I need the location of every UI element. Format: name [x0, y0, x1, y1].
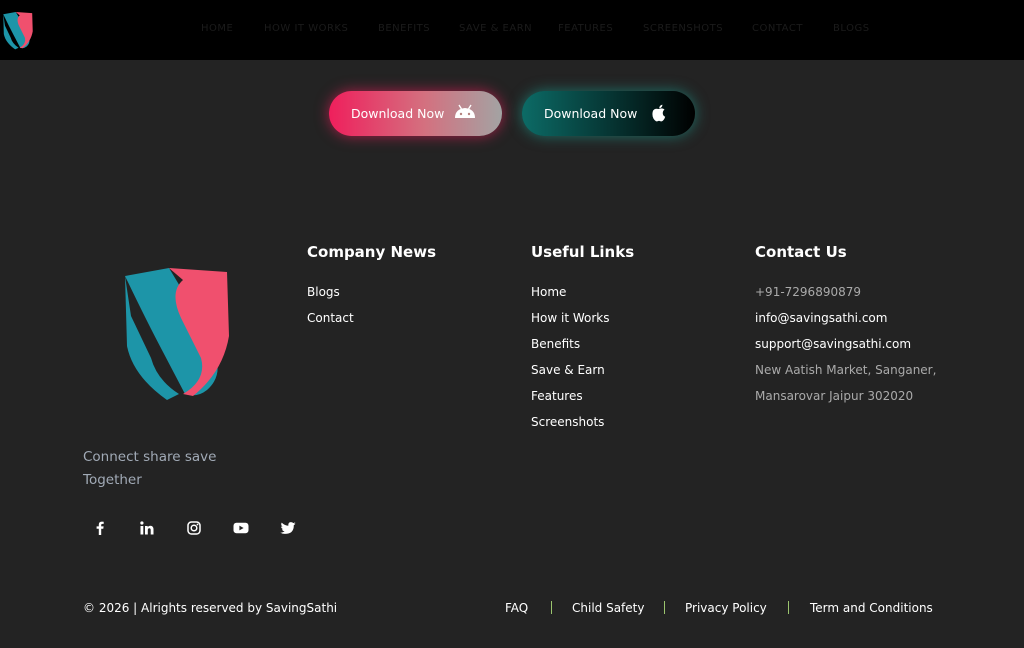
footer-separator [551, 601, 552, 614]
footer-link-faq[interactable]: FAQ [505, 601, 528, 615]
nav-item-screenshots[interactable]: SCREENSHOTS [643, 23, 723, 34]
linkedin-icon [140, 521, 154, 535]
footer-link-child-safety[interactable]: Child Safety [572, 601, 644, 615]
tagline-line-1: Connect share save [83, 449, 217, 465]
company-news-link-contact[interactable]: Contact [307, 311, 354, 325]
brand-logo-large-icon [125, 268, 229, 400]
twitter-link[interactable] [272, 512, 304, 544]
nav-item-features[interactable]: FEATURES [558, 23, 613, 34]
facebook-icon [96, 521, 104, 535]
download-ios-button[interactable]: Download Now [522, 91, 695, 136]
useful-link-features[interactable]: Features [531, 389, 583, 403]
nav-item-benefits[interactable]: BENEFITS [378, 23, 430, 34]
contact-us-title: Contact Us [755, 243, 847, 261]
top-navbar: HOME HOW IT WORKS BENEFITS SAVE & EARN F… [0, 0, 1024, 60]
download-ios-label: Download Now [544, 106, 638, 121]
android-icon [455, 104, 475, 118]
useful-link-save-earn[interactable]: Save & Earn [531, 363, 605, 377]
nav-item-save-earn[interactable]: SAVE & EARN [459, 23, 532, 34]
copyright-text: © 2026 | Alrights reserved by SavingSath… [83, 601, 338, 615]
instagram-link[interactable] [178, 512, 210, 544]
footer-separator [664, 601, 665, 614]
apple-icon [652, 104, 666, 122]
useful-link-screenshots[interactable]: Screenshots [531, 415, 604, 429]
company-news-link-blogs[interactable]: Blogs [307, 285, 340, 299]
footer-link-privacy-policy[interactable]: Privacy Policy [685, 601, 767, 615]
useful-link-benefits[interactable]: Benefits [531, 337, 580, 351]
contact-address-line-2: Mansarovar Jaipur 302020 [755, 389, 914, 403]
instagram-icon [187, 521, 201, 535]
nav-item-how-it-works[interactable]: HOW IT WORKS [264, 23, 348, 34]
useful-links-title: Useful Links [531, 243, 635, 261]
nav-item-blogs[interactable]: BLOGS [833, 23, 870, 34]
tagline-line-2: Together [83, 472, 142, 488]
download-android-button[interactable]: Download Now [329, 91, 502, 136]
contact-email-info[interactable]: info@savingsathi.com [755, 311, 887, 325]
main-nav: HOME HOW IT WORKS BENEFITS SAVE & EARN F… [0, 23, 1024, 39]
nav-item-contact[interactable]: CONTACT [752, 23, 803, 34]
contact-phone[interactable]: +91-7296890879 [755, 285, 861, 299]
brand-tagline: Connect share save Together [83, 446, 263, 492]
company-news-title: Company News [307, 243, 436, 261]
contact-address-line-1: New Aatish Market, Sanganer, [755, 363, 937, 377]
nav-item-home[interactable]: HOME [201, 23, 233, 34]
facebook-link[interactable] [84, 512, 116, 544]
useful-link-how-it-works[interactable]: How it Works [531, 311, 610, 325]
linkedin-link[interactable] [131, 512, 163, 544]
twitter-icon [280, 521, 296, 534]
footer-link-terms[interactable]: Term and Conditions [810, 601, 933, 615]
download-android-label: Download Now [351, 106, 445, 121]
youtube-icon [233, 522, 249, 534]
useful-link-home[interactable]: Home [531, 285, 566, 299]
youtube-link[interactable] [225, 512, 257, 544]
contact-email-support[interactable]: support@savingsathi.com [755, 337, 911, 351]
footer-separator [788, 601, 789, 614]
